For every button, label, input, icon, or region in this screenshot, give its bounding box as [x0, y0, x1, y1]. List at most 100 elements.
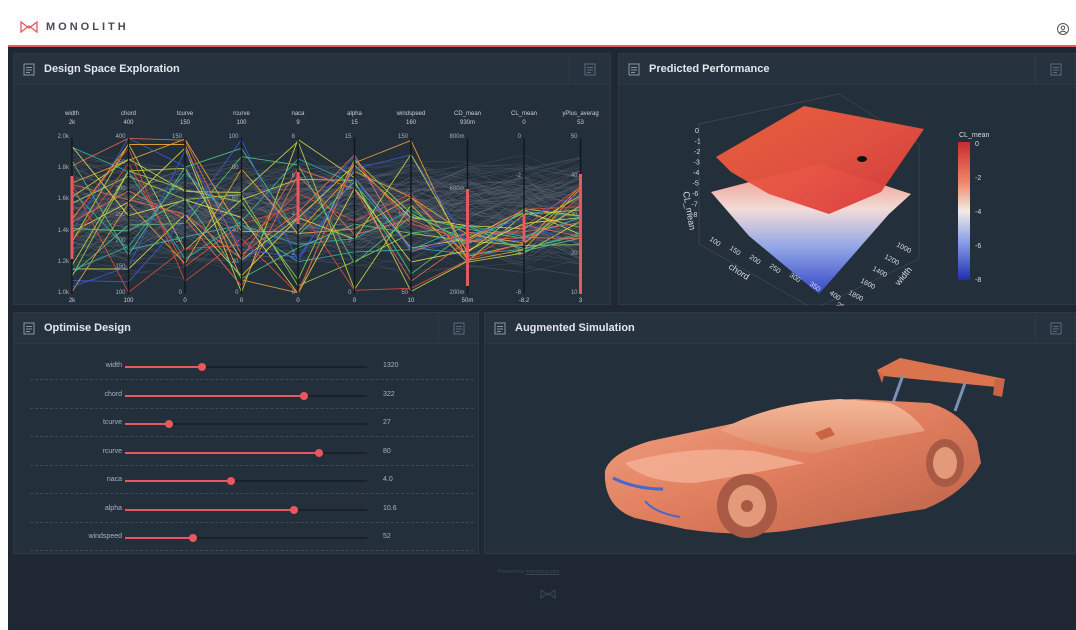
axis-brush[interactable] [522, 214, 526, 242]
background-line [71, 195, 581, 259]
slider-fill [125, 423, 169, 425]
background-line [71, 190, 581, 277]
axis-min-label: 2k [68, 298, 76, 304]
background-line [71, 218, 581, 271]
background-line [71, 157, 581, 247]
background-line [71, 151, 581, 249]
axis-max-label: 930m [459, 120, 475, 126]
axis-tick-label: 1.2k [57, 258, 69, 265]
slider-value: 80 [383, 447, 391, 455]
background-line [71, 157, 581, 235]
slider-handle[interactable] [314, 448, 323, 457]
chord-tick-label: 200 [748, 254, 762, 266]
slider-handle[interactable] [164, 420, 173, 428]
background-line [71, 185, 581, 237]
slider-fill [125, 451, 319, 454]
background-line [71, 180, 581, 262]
colorbar-tick-label: -2 [975, 175, 981, 182]
axis-tick-label: 8 [291, 134, 295, 140]
background-line [71, 150, 581, 249]
axis-tick-label: 350 [115, 160, 126, 166]
axis-max-label: 400 [123, 120, 134, 126]
top-bar: MONOLITH [8, 12, 1076, 47]
alpha-slider[interactable] [125, 505, 367, 514]
axis-brush[interactable] [466, 189, 469, 286]
slider-handle[interactable] [227, 477, 236, 485]
panel-title: Design Space Exploration [44, 63, 180, 75]
slider-value: 1320 [383, 362, 399, 369]
slider-row-chord: chord 322 [30, 381, 474, 409]
axis-tick-label: 1.6k [57, 196, 69, 203]
panel-title: Optimise Design [44, 322, 131, 334]
axis-brush[interactable] [579, 174, 582, 294]
background-line [71, 176, 581, 234]
axis-brush[interactable] [70, 176, 74, 259]
chord-slider[interactable] [125, 391, 367, 400]
width-tick-label: 1400 [871, 266, 888, 280]
width-tick-label: 1200 [883, 254, 900, 268]
axis-tick-label: 2.0k [57, 134, 69, 140]
slider-handle[interactable] [300, 391, 309, 400]
augmented-simulation-panel: Augmented Simulation [484, 312, 1076, 554]
axis-tick-label: 80 [231, 165, 239, 172]
axis-tick-label: -2 [515, 173, 521, 179]
axis-brush[interactable] [296, 172, 300, 224]
panel-export-button[interactable] [569, 56, 609, 83]
footer-credit: Powered by monolithai.com [498, 569, 559, 575]
naca-slider[interactable] [125, 477, 367, 485]
background-line [71, 225, 581, 268]
axis-tick-label: 1.4k [57, 227, 69, 234]
axis-tick-label: 2 [291, 251, 295, 257]
user-account-icon[interactable] [1056, 22, 1070, 36]
axis-tick-label: -8 [515, 290, 521, 296]
surface-plot[interactable]: CL_mean 0-1-2-3-4-5-6-7-8 10015020025030… [619, 54, 1076, 306]
axis-tick-label: 6 [291, 173, 295, 179]
background-line [71, 184, 581, 279]
tcurve-slider[interactable] [125, 420, 367, 428]
rcurve-slider[interactable] [125, 448, 367, 457]
footer-link[interactable]: monolithai.com [526, 569, 560, 575]
chord-tick-label: 400 [828, 290, 842, 302]
slider-handle[interactable] [188, 534, 197, 542]
document-icon [23, 322, 35, 335]
colorbar-tick-label: -8 [975, 277, 981, 284]
axis-title: windspeed [396, 111, 426, 117]
axis-tick-label: 0 [348, 290, 352, 296]
axis-tick-label: 100 [171, 186, 182, 192]
axis-tick-label: 15 [344, 134, 352, 140]
background-line [71, 154, 581, 241]
slider-row-width: width 1320 [30, 352, 474, 380]
windspeed-slider[interactable] [125, 534, 367, 542]
panel-export-button[interactable] [438, 315, 478, 342]
slider-label: chord [104, 390, 122, 398]
axis-tick-label: -4 [515, 212, 521, 218]
predicted-performance-panel: Predicted Performance CL_mean 0 -1 -2 -3… [618, 53, 1076, 306]
car-render[interactable] [485, 313, 1076, 555]
highlight-line [71, 149, 581, 288]
slider-row-rcurve: rcurve 80 [30, 438, 474, 466]
chord-tick-label: 250 [768, 263, 782, 275]
slider-handle[interactable] [198, 363, 207, 371]
width-slider[interactable] [125, 363, 367, 371]
document-icon [453, 322, 465, 335]
brand-logo[interactable]: MONOLITH [20, 21, 129, 33]
slider-handle[interactable] [290, 505, 299, 514]
axis-title: chord [120, 111, 136, 117]
document-icon [23, 63, 35, 76]
colorbar-title: CL_mean [959, 132, 989, 139]
design-space-panel: Design Space Exploration width 2k 2k 2.0k 1.… [13, 53, 611, 305]
slider-value: 27 [383, 419, 391, 426]
axis-min-label: -8.2 [518, 298, 530, 304]
highlight-line [71, 164, 581, 277]
axis-tick-label: 150 [171, 134, 182, 140]
background-line [71, 181, 581, 260]
axis-tick-label: 30 [570, 212, 578, 218]
axis-tick-label: 4 [291, 212, 295, 218]
background-line [71, 175, 581, 230]
z-tick-label: -5 [693, 181, 699, 188]
slider-fill [125, 508, 295, 511]
slider-label: naca [106, 476, 122, 483]
background-line [71, 191, 581, 257]
background-line [71, 184, 581, 237]
optimum-marker [857, 156, 867, 162]
